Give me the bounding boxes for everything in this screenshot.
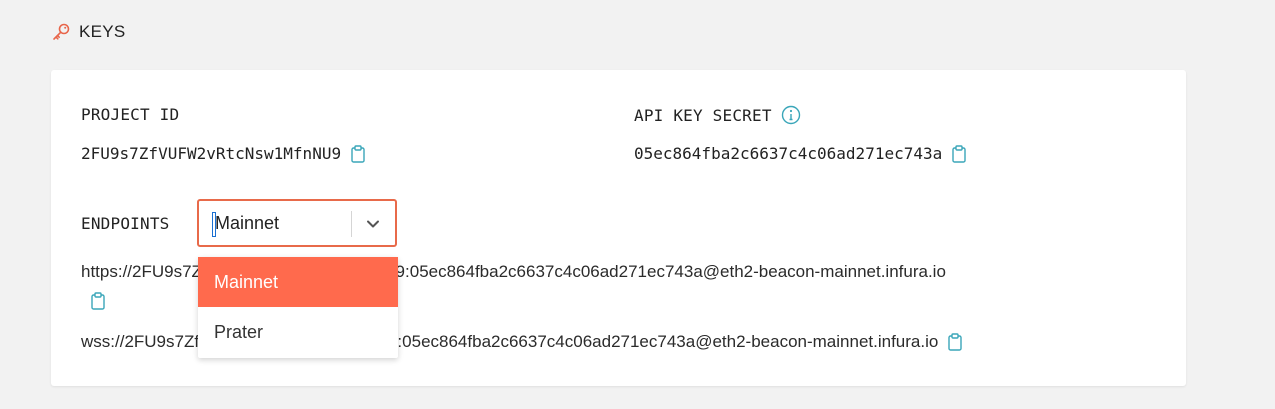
menu-option-mainnet[interactable]: Mainnet: [198, 257, 398, 307]
network-dropdown-menu: Mainnet Prater: [198, 257, 398, 358]
text-cursor: [212, 212, 216, 237]
api-key-secret-value[interactable]: 05ec864fba2c6637c4c06ad271ec743a: [634, 144, 942, 163]
api-key-secret-row: 05ec864fba2c6637c4c06ad271ec743a: [634, 144, 966, 163]
info-icon[interactable]: [781, 105, 801, 125]
project-id-value[interactable]: 2FU9s7ZfVUFW2vRtcNsw1MfnNU9: [81, 144, 341, 163]
chevron-down-icon[interactable]: [365, 216, 381, 232]
api-key-secret-label: API KEY SECRET: [634, 105, 772, 125]
clipboard-icon[interactable]: [91, 292, 105, 310]
endpoints-label: ENDPOINTS: [81, 214, 170, 233]
key-icon: [53, 23, 70, 40]
keys-section-header: KEYS: [51, 22, 126, 42]
api-key-secret-label-row: API KEY SECRET: [634, 105, 801, 125]
select-divider: [351, 211, 352, 237]
clipboard-icon[interactable]: [948, 333, 963, 351]
menu-option-prater[interactable]: Prater: [198, 307, 398, 357]
network-select[interactable]: Mainnet: [197, 199, 397, 247]
keys-card: PROJECT ID 2FU9s7ZfVUFW2vRtcNsw1MfnNU9 A…: [51, 70, 1186, 386]
clipboard-icon[interactable]: [351, 144, 365, 163]
clipboard-icon[interactable]: [952, 144, 966, 163]
section-title: KEYS: [79, 22, 126, 41]
project-id-label: PROJECT ID: [81, 105, 180, 124]
project-id-row: 2FU9s7ZfVUFW2vRtcNsw1MfnNU9: [81, 144, 365, 163]
network-select-value: Mainnet: [215, 212, 280, 233]
